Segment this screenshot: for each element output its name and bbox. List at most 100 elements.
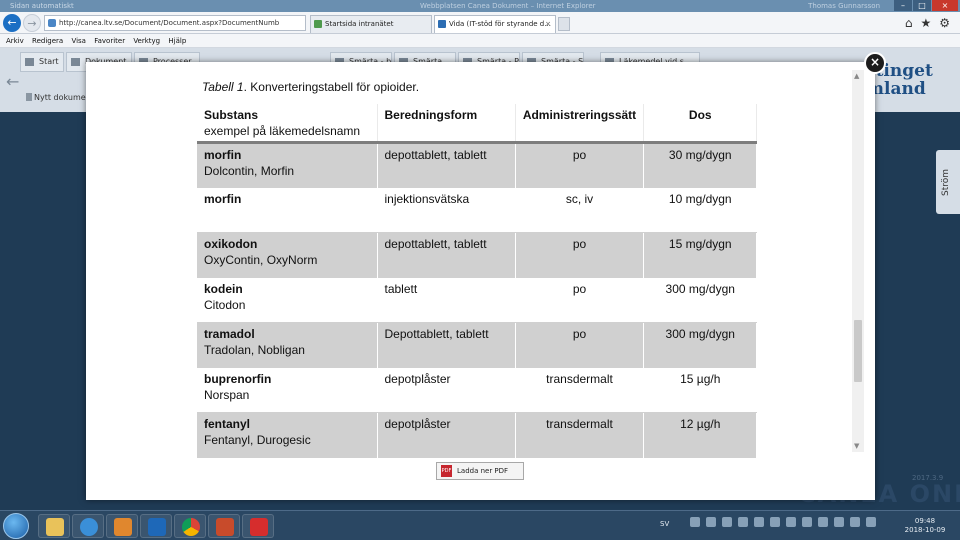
modal-close-button[interactable]: × (864, 52, 886, 74)
input-language[interactable]: SV (660, 520, 669, 528)
menu-hjalp[interactable]: Hjälp (168, 34, 186, 48)
tab-favicon-icon (314, 20, 322, 28)
maximize-button[interactable]: □ (913, 0, 931, 11)
tray-icon[interactable] (866, 517, 876, 527)
cell-dos: 300 mg/dygn (643, 322, 757, 368)
cell-adm: po (515, 142, 644, 188)
new-document-label: Nytt dokument (34, 93, 94, 102)
header-beredningsform: Beredningsform (377, 104, 516, 144)
gear-icon[interactable]: ⚙ (939, 15, 950, 31)
tab-label: Startsida intranätet (325, 20, 394, 28)
window-close-button[interactable]: × (932, 0, 958, 11)
tray-icon[interactable] (754, 517, 764, 527)
cell-form: tablett (377, 277, 516, 323)
tray-icon[interactable] (722, 517, 732, 527)
cell-form: depottablett, tablett (377, 232, 516, 278)
substance-name: tramadol (204, 327, 255, 341)
tray-icon[interactable] (786, 517, 796, 527)
brand-names: Dolcontin, Morfin (204, 164, 295, 178)
substance-name: buprenorfin (204, 371, 272, 386)
cell-dos: 30 mg/dygn (643, 142, 757, 188)
cell-adm: sc, iv (515, 187, 644, 233)
taskbar-outlook[interactable] (140, 514, 172, 538)
new-document-button[interactable]: Nytt dokument (22, 88, 94, 108)
menu-arkiv[interactable]: Arkiv (6, 34, 24, 48)
address-bar-row: ← → http://canea.ltv.se/Document/Documen… (0, 12, 960, 34)
menu-verktyg[interactable]: Verktyg (133, 34, 160, 48)
table-row: morfin Dolcontin, Morfin depottablett, ta… (197, 142, 757, 188)
window-title: Webbplatsen Canea Dokument – Internet Ex… (420, 2, 596, 10)
taskbar-media-player[interactable] (106, 514, 138, 538)
cell-dos: 15 mg/dygn (643, 232, 757, 278)
internet-explorer-icon (80, 518, 98, 536)
tray-icon[interactable] (818, 517, 828, 527)
modal-scrollbar[interactable]: ▲ ▼ (852, 70, 864, 452)
table-row: morfin injektionsvätska sc, iv 10 mg/dyg… (197, 187, 757, 233)
tray-icon[interactable] (706, 517, 716, 527)
outlook-icon (148, 518, 166, 536)
brand-names: Fentanyl, Durogesic (204, 433, 311, 447)
tray-icon[interactable] (850, 517, 860, 527)
menu-redigera[interactable]: Redigera (32, 34, 63, 48)
home-icon[interactable]: ⌂ (905, 15, 913, 31)
tray-icon[interactable] (834, 517, 844, 527)
cell-dos: 15 µg/h (643, 367, 757, 413)
forward-button[interactable]: → (23, 14, 41, 32)
table-row: oxikodon OxyContin, OxyNorm depottablett,… (197, 232, 757, 278)
chrome-icon (182, 518, 200, 536)
table-row: tramadol Tradolan, Nobligan Depottablett,… (197, 322, 757, 368)
substance-name: morfin (204, 148, 242, 162)
url-text: http://canea.ltv.se/Document/Document.as… (59, 19, 280, 27)
app-back-arrow-icon[interactable]: ← (6, 72, 19, 91)
new-document-icon (26, 93, 32, 101)
taskbar-chrome[interactable] (174, 514, 206, 538)
table-caption: Tabell 1. Konverteringstabell för opioid… (202, 80, 419, 94)
cell-form: depotplåster (377, 367, 516, 413)
taskbar-clock[interactable]: 09:48 2018-10-09 (900, 517, 950, 535)
system-tray (690, 517, 876, 527)
cell-adm: po (515, 322, 644, 368)
strom-side-tab[interactable]: Ström (936, 150, 960, 214)
app-tab-start[interactable]: Start (20, 52, 64, 72)
header-substans: Substans exempel på läkemedelsnamn (197, 104, 378, 144)
brand-names: OxyContin, OxyNorm (204, 253, 318, 267)
new-tab-button[interactable] (558, 17, 570, 31)
menu-favoriter[interactable]: Favoriter (94, 34, 125, 48)
substance-name: fentanyl (204, 417, 251, 431)
download-pdf-button[interactable]: PDF Ladda ner PDF (436, 462, 524, 480)
tray-icon[interactable] (738, 517, 748, 527)
taskbar-powerpoint[interactable] (208, 514, 240, 538)
clock-time: 09:48 (914, 517, 936, 525)
scroll-up-icon[interactable]: ▲ (854, 72, 859, 80)
cell-form: Depottablett, tablett (377, 322, 516, 368)
site-favicon-icon (48, 19, 56, 27)
cell-adm: transdermalt (515, 412, 644, 458)
taskbar-explorer[interactable] (38, 514, 70, 538)
tray-icon[interactable] (802, 517, 812, 527)
scrollbar-thumb[interactable] (854, 320, 862, 382)
taskbar-health-app[interactable] (242, 514, 274, 538)
minimize-button[interactable]: – (894, 0, 912, 11)
taskbar-internet-explorer[interactable] (72, 514, 104, 538)
tray-icon[interactable] (690, 517, 700, 527)
url-input[interactable]: http://canea.ltv.se/Document/Document.as… (44, 15, 306, 31)
browser-tab-vida[interactable]: Vida (IT-stöd för styrande d... × (434, 15, 556, 33)
browser-tab-startsida[interactable]: Startsida intranätet (310, 15, 432, 33)
back-button[interactable]: ← (3, 14, 21, 32)
scroll-down-icon[interactable]: ▼ (854, 442, 859, 450)
window-title-left: Sidan automatiskt (10, 2, 74, 10)
menu-visa[interactable]: Visa (71, 34, 86, 48)
header-administrering: Administreringssätt (515, 104, 644, 144)
tray-icon[interactable] (770, 517, 780, 527)
cell-form: injektionsvätska (377, 187, 516, 233)
pdf-icon: PDF (441, 465, 452, 477)
favorites-star-icon[interactable]: ★ (920, 15, 931, 31)
arrow-left-icon: ← (7, 16, 17, 29)
cell-dos: 12 µg/h (643, 412, 757, 458)
tab-close-icon[interactable]: × (545, 16, 551, 33)
folder-icon (46, 518, 64, 536)
windows-start-button[interactable] (3, 513, 29, 539)
cell-dos: 300 mg/dygn (643, 277, 757, 323)
brand-names: Citodon (204, 297, 246, 312)
cell-adm: po (515, 277, 644, 323)
